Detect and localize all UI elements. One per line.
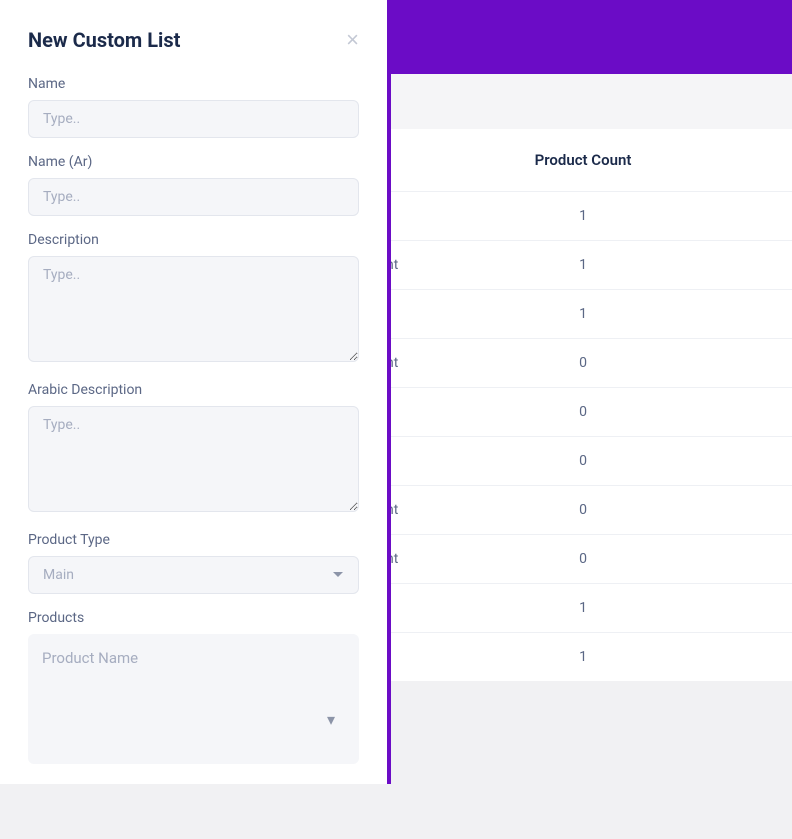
name-input[interactable]: [28, 100, 359, 138]
cell-product-count: 1: [374, 208, 792, 224]
label-description-ar: Arabic Description: [28, 382, 359, 398]
new-custom-list-modal: New Custom List × Name Name (Ar) Descrip…: [0, 0, 387, 784]
cell-product-count: 0: [374, 355, 792, 371]
label-description: Description: [28, 232, 359, 248]
cell-product-count: 0: [374, 551, 792, 567]
close-button[interactable]: ×: [346, 29, 359, 51]
cell-product-count: 0: [374, 453, 792, 469]
product-type-select[interactable]: Main: [28, 556, 359, 594]
cell-product-count: 1: [374, 649, 792, 665]
cell-product-count: 0: [374, 404, 792, 420]
header-product-count: Product Count: [374, 151, 792, 169]
modal-title: New Custom List: [28, 28, 180, 52]
modal-accent-border: [387, 0, 391, 784]
field-group-description: Description: [28, 232, 359, 366]
products-placeholder: Product Name: [42, 649, 138, 667]
name-ar-input[interactable]: [28, 178, 359, 216]
products-multiselect[interactable]: Product Name ▾: [28, 634, 359, 764]
cell-product-count: 1: [374, 306, 792, 322]
label-name-ar: Name (Ar): [28, 154, 359, 170]
description-ar-textarea[interactable]: [28, 406, 359, 512]
label-name: Name: [28, 76, 359, 92]
field-group-name: Name: [28, 76, 359, 138]
field-group-description-ar: Arabic Description: [28, 382, 359, 516]
field-group-name-ar: Name (Ar): [28, 154, 359, 216]
cell-product-count: 1: [374, 257, 792, 273]
label-product-type: Product Type: [28, 532, 359, 548]
chevron-down-icon: ▾: [327, 710, 335, 729]
modal-header: New Custom List ×: [28, 28, 359, 52]
close-icon: ×: [346, 27, 359, 52]
description-textarea[interactable]: [28, 256, 359, 362]
cell-product-count: 1: [374, 600, 792, 616]
field-group-product-type: Product Type Main: [28, 532, 359, 594]
field-group-products: Products Product Name ▾: [28, 610, 359, 764]
label-products: Products: [28, 610, 359, 626]
cell-product-count: 0: [374, 502, 792, 518]
